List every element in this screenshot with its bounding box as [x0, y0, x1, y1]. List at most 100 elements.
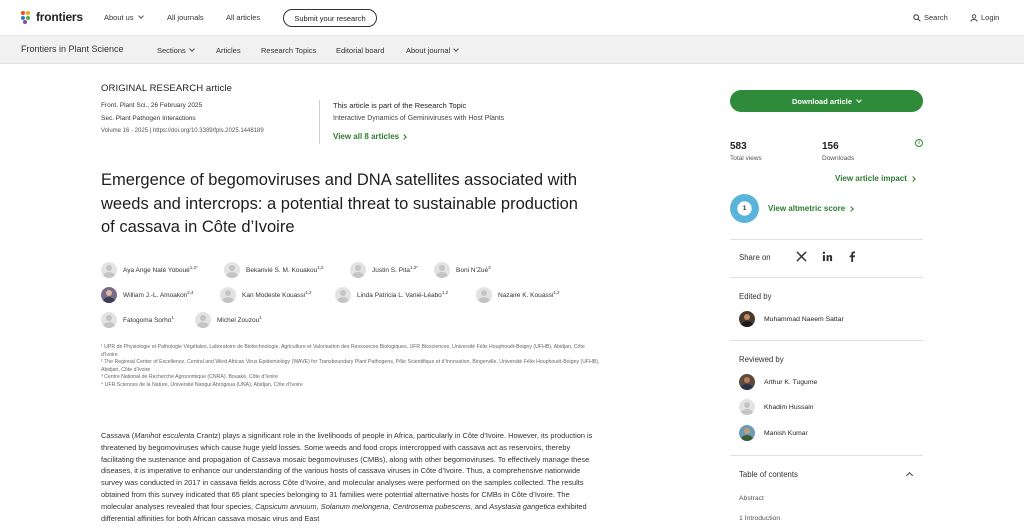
article-section[interactable]: Sec. Plant Pathogen Interactions: [101, 115, 196, 122]
journal-title[interactable]: Frontiers in Plant Science: [21, 44, 124, 54]
frontiers-logo[interactable]: frontiers: [21, 10, 83, 24]
abstract-text: Cassava (Manihot esculenta Crantz) plays…: [101, 431, 593, 523]
nav-about-us-label: About us: [104, 13, 134, 22]
author[interactable]: Kan Modeste Kouassi1,2: [220, 287, 312, 303]
avatar-icon: [101, 312, 117, 328]
reviewer-name: Khadim Hussain: [764, 403, 814, 411]
volume-doi[interactable]: Volume 16 - 2025 | https://doi.org/10.33…: [101, 128, 264, 134]
avatar-icon: [434, 262, 450, 278]
view-altmetric-score-link[interactable]: View altmetric score: [768, 204, 855, 213]
author-name: Justin S. Pita1,2*: [372, 265, 418, 275]
author-name: Aya Ange Naté Yoboué1,2*: [123, 265, 198, 275]
avatar-icon: [335, 287, 351, 303]
login-label: Login: [981, 13, 1000, 22]
author[interactable]: William J.-L. Amoakon2,4: [101, 287, 194, 303]
chevron-down-icon: [856, 96, 862, 103]
author[interactable]: Boni N’Zué3: [434, 262, 491, 278]
facebook-icon[interactable]: [848, 251, 856, 265]
reviewer-name: Manish Kumar: [764, 429, 808, 437]
journal-nav-articles-label: Articles: [216, 46, 241, 55]
avatar-icon: [476, 287, 492, 303]
affiliation: ² The Regional Center of Excellence, Cen…: [101, 359, 600, 373]
author[interactable]: Nazaire K. Kouassi1,2: [476, 287, 560, 303]
author-name: William J.-L. Amoakon2,4: [123, 290, 194, 300]
downloads-label: Downloads: [822, 155, 855, 162]
article-type: ORIGINAL RESEARCH article: [101, 83, 232, 94]
author-name: Linda Patricia L. Vanié-Léabo1,2: [357, 290, 449, 300]
nav-all-articles[interactable]: All articles: [226, 13, 260, 22]
reviewer[interactable]: Manish Kumar: [739, 425, 808, 441]
journal-navigation: Frontiers in Plant Science Sections Arti…: [0, 36, 1024, 64]
editor-name: Muhammad Naeem Sattar: [764, 315, 844, 323]
author-name: Boni N’Zué3: [456, 265, 491, 275]
author[interactable]: Justin S. Pita1,2*: [350, 262, 418, 278]
research-topic-title[interactable]: Interactive Dynamics of Geminiviruses wi…: [333, 115, 504, 122]
search-icon: [913, 13, 921, 22]
author[interactable]: Linda Patricia L. Vanié-Léabo1,2: [335, 287, 448, 303]
affiliation: ¹ UPR de Physiologie et Pathologie Végét…: [101, 344, 585, 358]
journal-nav-research-topics-label: Research Topics: [261, 46, 317, 55]
download-article-button[interactable]: Download article: [730, 90, 923, 112]
nav-all-journals-label: All journals: [167, 13, 204, 22]
view-all-articles-link[interactable]: View all 8 articles: [333, 132, 407, 141]
download-article-label: Download article: [791, 96, 852, 106]
linkedin-icon[interactable]: [822, 251, 833, 265]
reviewer[interactable]: Arthur K. Tugume: [739, 374, 817, 390]
table-of-contents-heading[interactable]: Table of contents: [739, 470, 798, 479]
nav-all-journals[interactable]: All journals: [167, 13, 204, 22]
view-article-impact-link[interactable]: View article impact: [835, 174, 916, 183]
journal-nav-about-journal[interactable]: About journal: [406, 46, 460, 55]
view-article-impact-label: View article impact: [835, 174, 907, 183]
top-navigation: frontiers About us All journals All arti…: [0, 0, 1024, 36]
journal-nav-editorial-board[interactable]: Editorial board: [336, 46, 384, 55]
downloads-count: 156: [822, 141, 839, 152]
journal-nav-editorial-board-label: Editorial board: [336, 46, 385, 55]
chevron-right-icon: [910, 175, 916, 182]
nav-about-us[interactable]: About us: [104, 13, 144, 22]
journal-nav-sections[interactable]: Sections: [157, 46, 195, 55]
research-topic-heading: This article is part of the Research Top…: [333, 101, 467, 110]
journal-nav-about-journal-label: About journal: [406, 46, 451, 55]
journal-nav-articles[interactable]: Articles: [216, 46, 241, 55]
view-all-articles-label: View all 8 articles: [333, 132, 400, 141]
article-title: Emergence of begomoviruses and DNA satel…: [101, 171, 578, 236]
info-icon[interactable]: i: [915, 139, 923, 147]
editor[interactable]: Muhammad Naeem Sattar: [739, 311, 844, 327]
divider: [319, 100, 320, 144]
login-button[interactable]: Login: [970, 13, 999, 22]
altmetric-badge-icon[interactable]: 1: [730, 194, 759, 223]
author[interactable]: Fatogoma Sorho1: [101, 312, 174, 328]
affiliations: ¹ UPR de Physiologie et Pathologie Végét…: [101, 344, 601, 389]
author-name: Nazaire K. Kouassi1,2: [498, 290, 560, 300]
total-views-label: Total views: [730, 155, 762, 162]
reviewer[interactable]: Khadim Hussain: [739, 399, 814, 415]
search-label: Search: [924, 13, 948, 22]
toc-item-introduction[interactable]: 1 Introduction: [739, 515, 780, 522]
toc-item-abstract[interactable]: Abstract: [739, 495, 764, 502]
search-button[interactable]: Search: [913, 13, 948, 22]
submit-research-button[interactable]: Submit your research: [283, 9, 377, 27]
divider: [730, 340, 923, 341]
avatar-photo: [739, 374, 755, 390]
affiliation: ⁴ UFR Sciences de la Nature, Université …: [101, 381, 303, 388]
author[interactable]: Bekanvié S. M. Kouakou1,2: [224, 262, 323, 278]
journal-nav-sections-label: Sections: [157, 46, 186, 55]
chevron-down-icon: [188, 46, 195, 52]
chevron-down-icon: [137, 13, 144, 19]
chevron-up-icon[interactable]: [905, 471, 914, 480]
author-name: Kan Modeste Kouassi1,2: [242, 290, 312, 300]
divider: [730, 455, 923, 456]
chevron-right-icon: [401, 133, 407, 140]
author[interactable]: Michel Zouzou1: [195, 312, 262, 328]
nav-all-articles-label: All articles: [226, 13, 261, 22]
total-views-count: 583: [730, 141, 747, 152]
x-twitter-icon[interactable]: [796, 251, 807, 265]
avatar-photo: [739, 311, 755, 327]
affiliation: ³ Centre National de Recherche Agronomiq…: [101, 374, 279, 380]
avatar-icon: [224, 262, 240, 278]
edited-by-heading: Edited by: [739, 292, 772, 301]
journal-nav-research-topics[interactable]: Research Topics: [261, 46, 316, 55]
author[interactable]: Aya Ange Naté Yoboué1,2*: [101, 262, 198, 278]
author-name: Fatogoma Sorho1: [123, 315, 174, 325]
avatar-icon: [739, 399, 755, 415]
